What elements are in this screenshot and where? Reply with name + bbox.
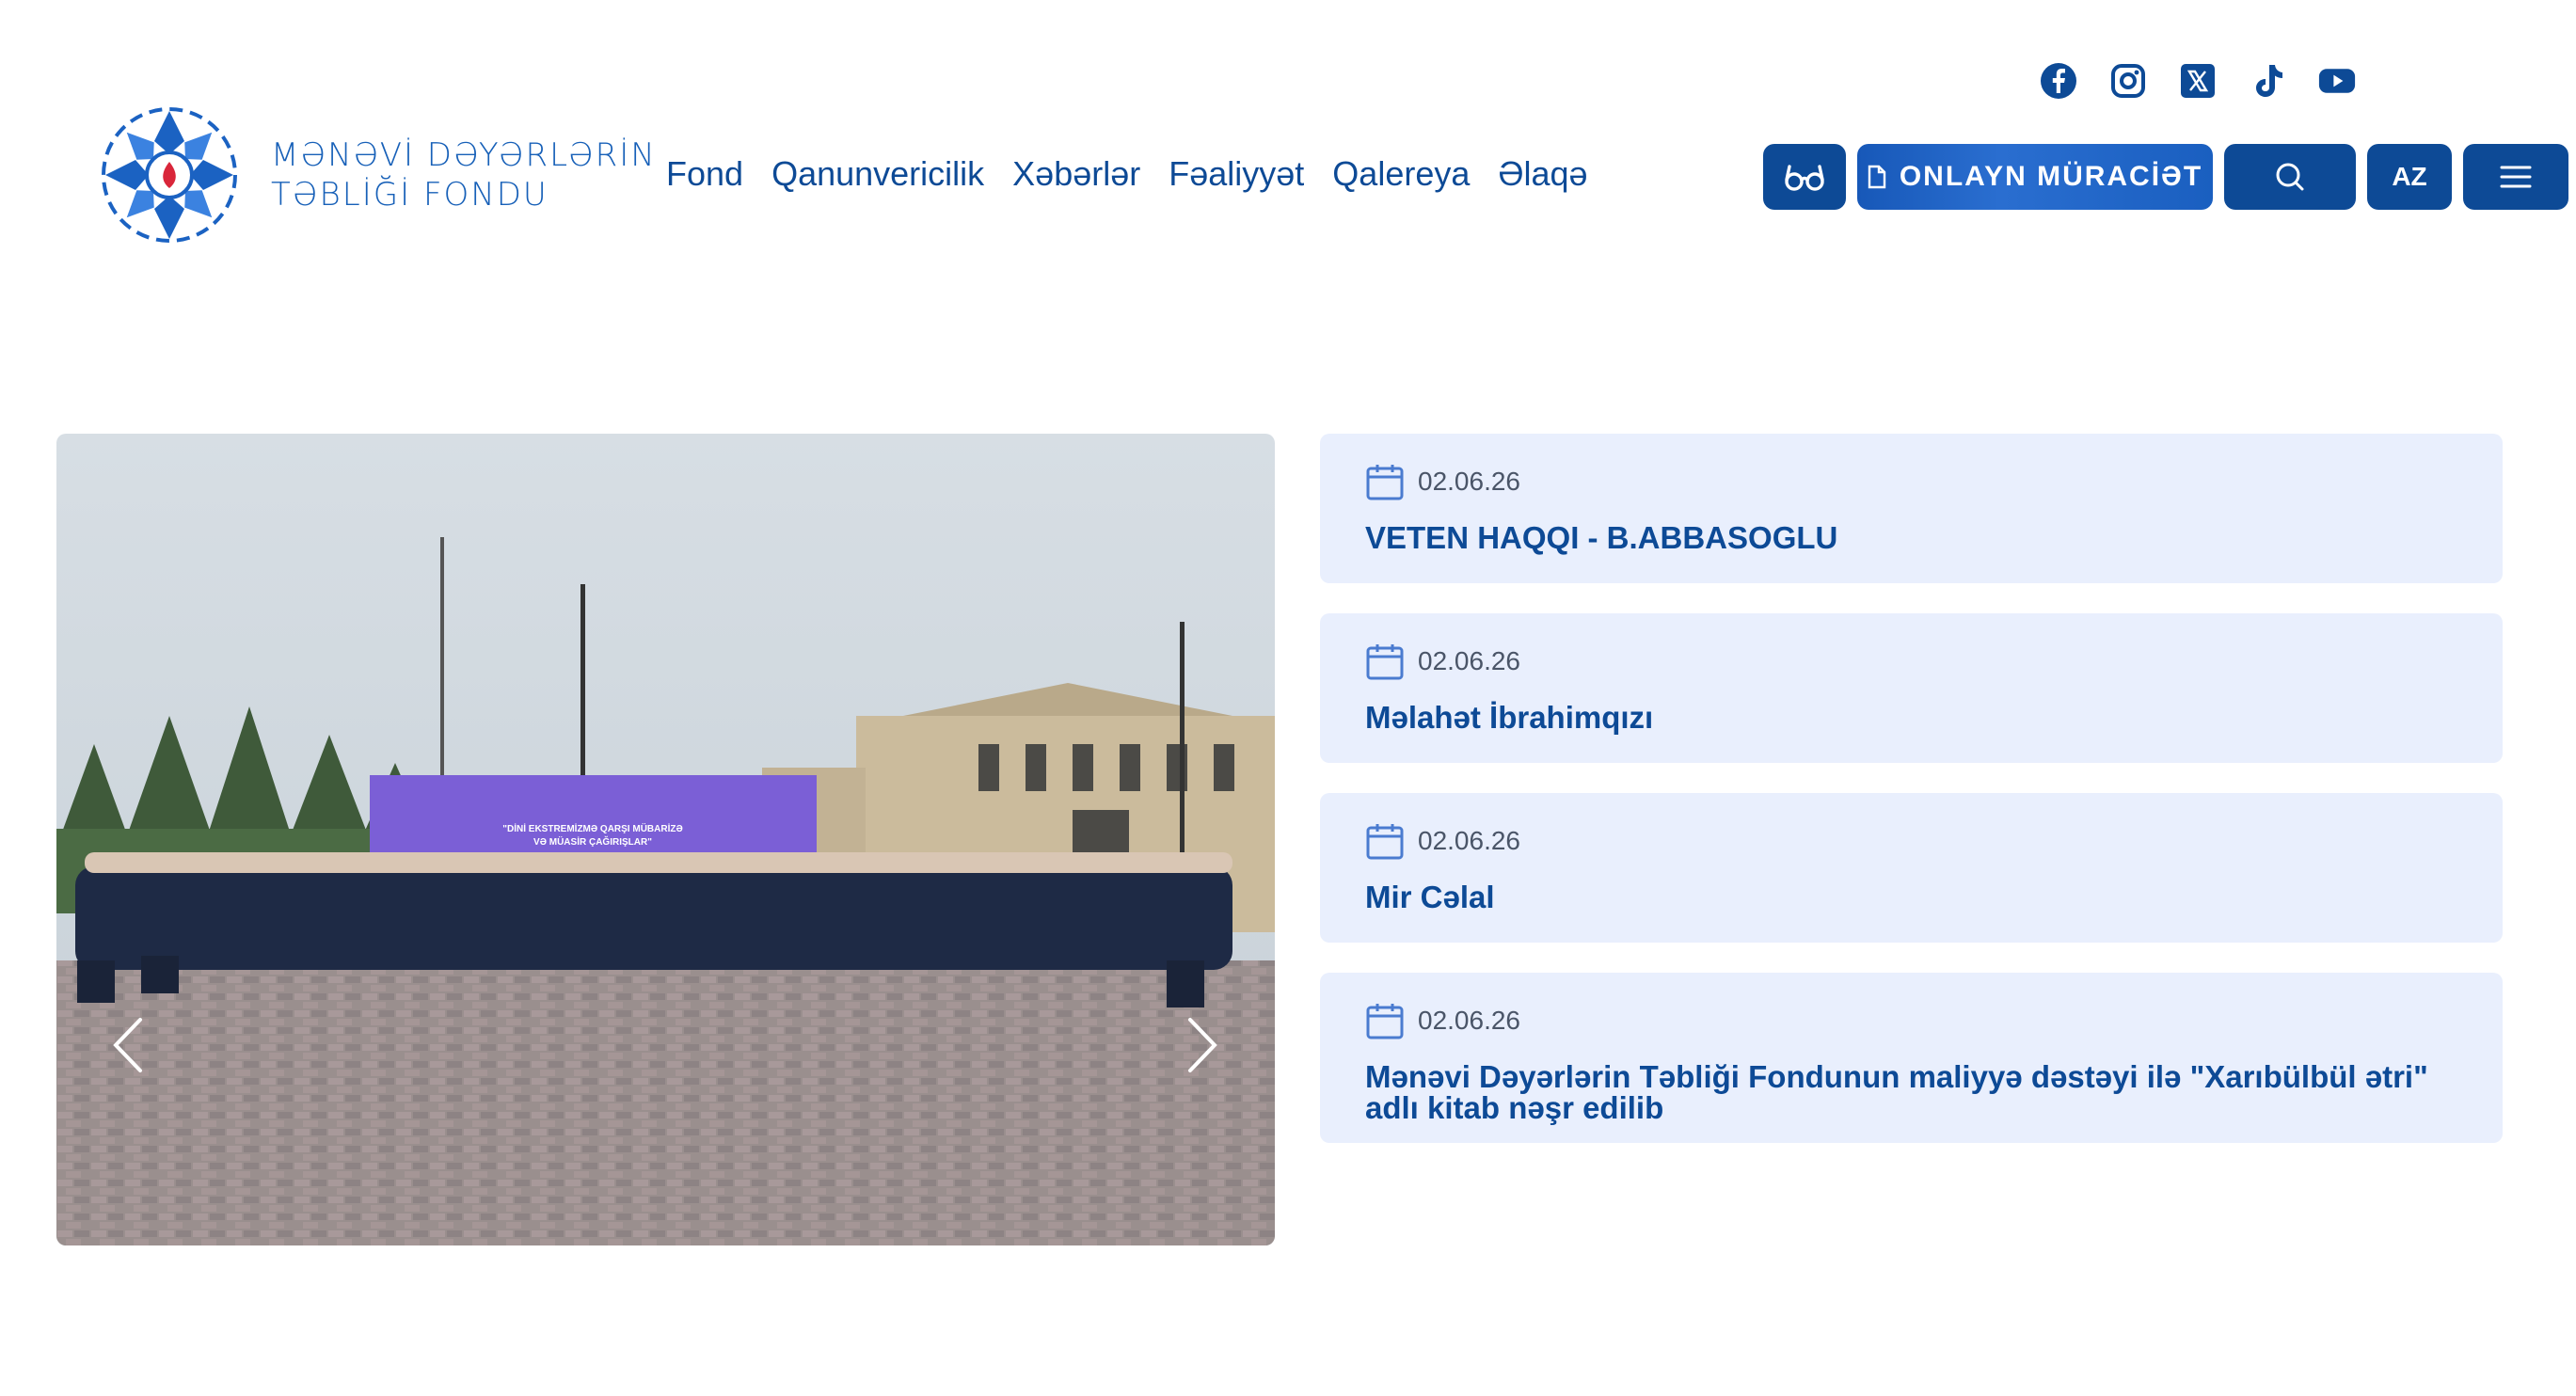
- news-title[interactable]: Mənəvi Dəyərlərin Təbliği Fondunun maliy…: [1365, 1061, 2457, 1123]
- calendar-icon: [1366, 644, 1404, 680]
- slider-prev-arrow[interactable]: [108, 1016, 146, 1074]
- slider-photo: "DİNİ EKSTREMİZMƏ QARŞI MÜBARİZƏ VƏ MÜAS…: [56, 434, 1275, 1245]
- x-icon[interactable]: [2179, 62, 2217, 100]
- header-actions: ONLAYN MÜRACİƏT AZ: [1763, 144, 2568, 210]
- facebook-icon[interactable]: [2040, 62, 2077, 100]
- logo-line-2: TƏBLİĞİ FONDU: [271, 176, 549, 214]
- main-navigation: Fond Qanunvericilik Xəbərlər Fəaliyyət Q…: [666, 154, 1588, 194]
- news-date: 02.06.26: [1365, 462, 2457, 501]
- menu-button[interactable]: [2463, 144, 2568, 210]
- youtube-icon[interactable]: [2318, 62, 2356, 100]
- news-date-text: 02.06.26: [1418, 646, 1520, 675]
- news-date-text: 02.06.26: [1418, 467, 1520, 496]
- news-card[interactable]: 02.06.26 Məlahət İbrahimqızı: [1320, 613, 2503, 763]
- news-list: 02.06.26 VETEN HAQQI - B.ABBASOGLU 02.06…: [1320, 434, 2503, 1173]
- tiktok-icon[interactable]: [2249, 62, 2286, 100]
- language-button[interactable]: AZ: [2367, 144, 2452, 210]
- foundation-logo-icon: [102, 107, 237, 243]
- slider-next-arrow[interactable]: [1185, 1016, 1222, 1074]
- logo-line-1: MƏNƏVİ DƏYƏRLƏRİN: [271, 136, 657, 174]
- online-application-button[interactable]: ONLAYN MÜRACİƏT: [1857, 144, 2213, 210]
- calendar-icon: [1366, 465, 1404, 500]
- site-logo[interactable]: MƏNƏVİ DƏYƏRLƏRİN TƏBLİĞİ FONDU: [92, 98, 657, 252]
- document-icon: [1868, 165, 1886, 189]
- accessibility-button[interactable]: [1763, 144, 1846, 210]
- calendar-icon: [1366, 824, 1404, 860]
- glasses-icon: [1785, 165, 1824, 191]
- news-date: 02.06.26: [1365, 642, 2457, 681]
- news-card[interactable]: 02.06.26 Mənəvi Dəyərlərin Təbliği Fondu…: [1320, 973, 2503, 1143]
- calendar-icon: [1366, 1004, 1404, 1039]
- banner-line-1: "DİNİ EKSTREMİZMƏ QARŞI MÜBARİZƏ: [502, 822, 682, 834]
- social-links: [2040, 62, 2356, 100]
- hamburger-icon: [2500, 166, 2532, 188]
- news-title[interactable]: Mir Cəlal: [1365, 881, 2457, 912]
- news-title[interactable]: VETEN HAQQI - B.ABBASOGLU: [1365, 522, 2457, 553]
- nav-fealiyyet[interactable]: Fəaliyyət: [1169, 154, 1304, 194]
- news-card[interactable]: 02.06.26 VETEN HAQQI - B.ABBASOGLU: [1320, 434, 2503, 583]
- search-button[interactable]: [2224, 144, 2356, 210]
- nav-elaqe[interactable]: Əlaqə: [1498, 154, 1587, 194]
- search-icon: [2276, 163, 2304, 191]
- banner-line-2: VƏ MÜASİR ÇAĞIRIŞLAR": [533, 835, 652, 848]
- news-card[interactable]: 02.06.26 Mir Cəlal: [1320, 793, 2503, 943]
- nav-qanunvericilik[interactable]: Qanunvericilik: [771, 154, 984, 194]
- online-application-label: ONLAYN MÜRACİƏT: [1899, 161, 2203, 192]
- logo-text: MƏNƏVİ DƏYƏRLƏRİN TƏBLİĞİ FONDU: [271, 135, 657, 214]
- photo-slider[interactable]: "DİNİ EKSTREMİZMƏ QARŞI MÜBARİZƏ VƏ MÜAS…: [56, 434, 1275, 1245]
- news-date-text: 02.06.26: [1418, 1006, 1520, 1035]
- news-date-text: 02.06.26: [1418, 826, 1520, 855]
- nav-xeberler[interactable]: Xəbərlər: [1012, 154, 1140, 194]
- nav-fond[interactable]: Fond: [666, 154, 743, 194]
- news-title[interactable]: Məlahət İbrahimqızı: [1365, 702, 2457, 733]
- news-date: 02.06.26: [1365, 1001, 2457, 1040]
- instagram-icon[interactable]: [2109, 62, 2147, 100]
- nav-qalereya[interactable]: Qalereya: [1332, 154, 1470, 194]
- news-date: 02.06.26: [1365, 821, 2457, 861]
